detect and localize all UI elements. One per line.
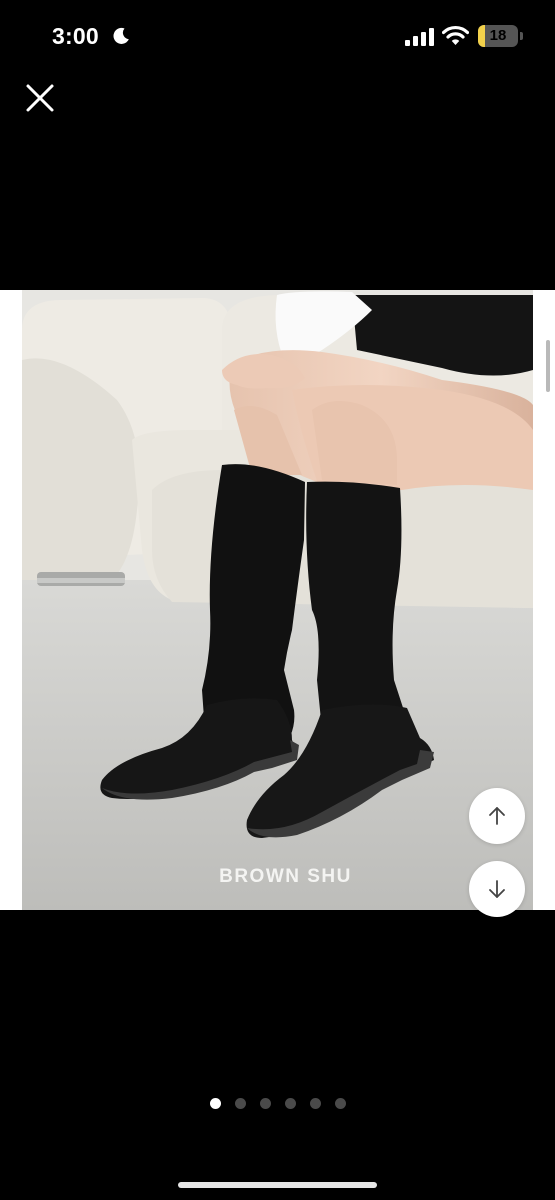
page-dot-6[interactable] bbox=[335, 1098, 346, 1109]
close-icon bbox=[26, 84, 54, 112]
scroll-up-button[interactable] bbox=[469, 788, 525, 844]
arrow-down-icon bbox=[489, 880, 505, 898]
home-indicator[interactable] bbox=[178, 1182, 377, 1188]
photo-illustration bbox=[22, 290, 533, 910]
page-dot-4[interactable] bbox=[285, 1098, 296, 1109]
scroll-down-button[interactable] bbox=[469, 861, 525, 917]
page-dot-1[interactable] bbox=[210, 1098, 221, 1109]
page-indicator bbox=[0, 1098, 555, 1112]
signal-icon bbox=[405, 28, 434, 46]
page-dot-5[interactable] bbox=[310, 1098, 321, 1109]
page-dot-3[interactable] bbox=[260, 1098, 271, 1109]
status-time: 3:00 bbox=[52, 23, 99, 49]
battery-level-text: 18 bbox=[489, 27, 507, 44]
status-bar: 3:00 18 bbox=[0, 0, 555, 70]
wifi-icon bbox=[442, 25, 469, 45]
arrow-up-icon bbox=[489, 807, 505, 825]
battery-tip bbox=[520, 32, 523, 40]
product-photo[interactable] bbox=[22, 290, 533, 910]
battery-icon: 18 bbox=[478, 25, 518, 47]
page-dot-2[interactable] bbox=[235, 1098, 246, 1109]
moon-icon bbox=[113, 27, 129, 44]
photo-caption: BROWN SHU bbox=[219, 866, 352, 887]
close-button[interactable] bbox=[22, 80, 58, 116]
scrollbar[interactable] bbox=[546, 340, 550, 392]
